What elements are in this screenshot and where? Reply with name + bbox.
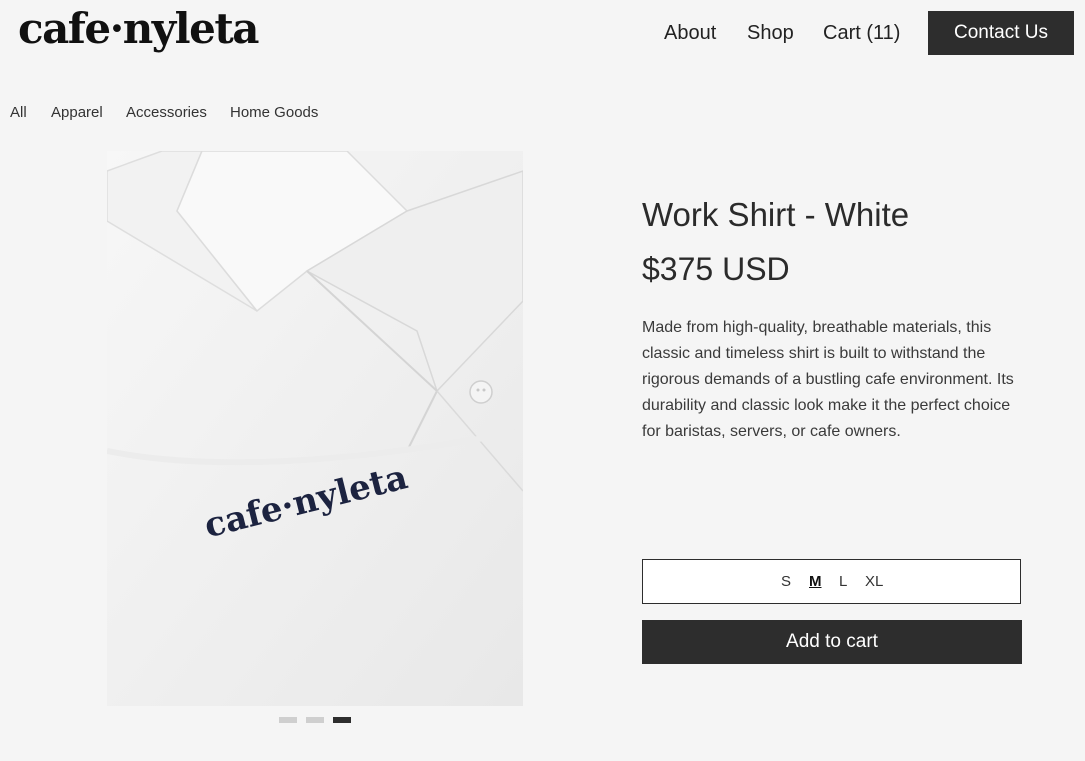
site-logo[interactable]: cafe·nyleta xyxy=(18,4,259,53)
nav-shop[interactable]: Shop xyxy=(747,22,794,45)
carousel-dot-3[interactable] xyxy=(333,717,351,723)
category-accessories[interactable]: Accessories xyxy=(126,104,207,121)
carousel-dot-1[interactable] xyxy=(279,717,297,723)
category-home-goods[interactable]: Home Goods xyxy=(230,104,318,121)
carousel-dot-2[interactable] xyxy=(306,717,324,723)
product-image[interactable]: cafe·nyleta xyxy=(107,151,523,706)
shirt-photo: cafe·nyleta xyxy=(107,151,523,706)
product-title: Work Shirt - White xyxy=(642,196,910,233)
nav-cart[interactable]: Cart (11) xyxy=(823,22,900,45)
size-xl[interactable]: XL xyxy=(865,573,883,590)
size-l[interactable]: L xyxy=(839,573,847,590)
size-selector: S M L XL xyxy=(642,559,1021,604)
product-price: $375 USD xyxy=(642,251,790,287)
category-all[interactable]: All xyxy=(10,104,27,121)
size-m[interactable]: M xyxy=(809,573,822,590)
nav-about[interactable]: About xyxy=(664,22,716,45)
contact-us-button[interactable]: Contact Us xyxy=(928,11,1074,55)
add-to-cart-button[interactable]: Add to cart xyxy=(642,620,1022,664)
product-description: Made from high-quality, breathable mater… xyxy=(642,319,1014,440)
category-apparel[interactable]: Apparel xyxy=(51,104,103,121)
size-s[interactable]: S xyxy=(781,573,791,590)
